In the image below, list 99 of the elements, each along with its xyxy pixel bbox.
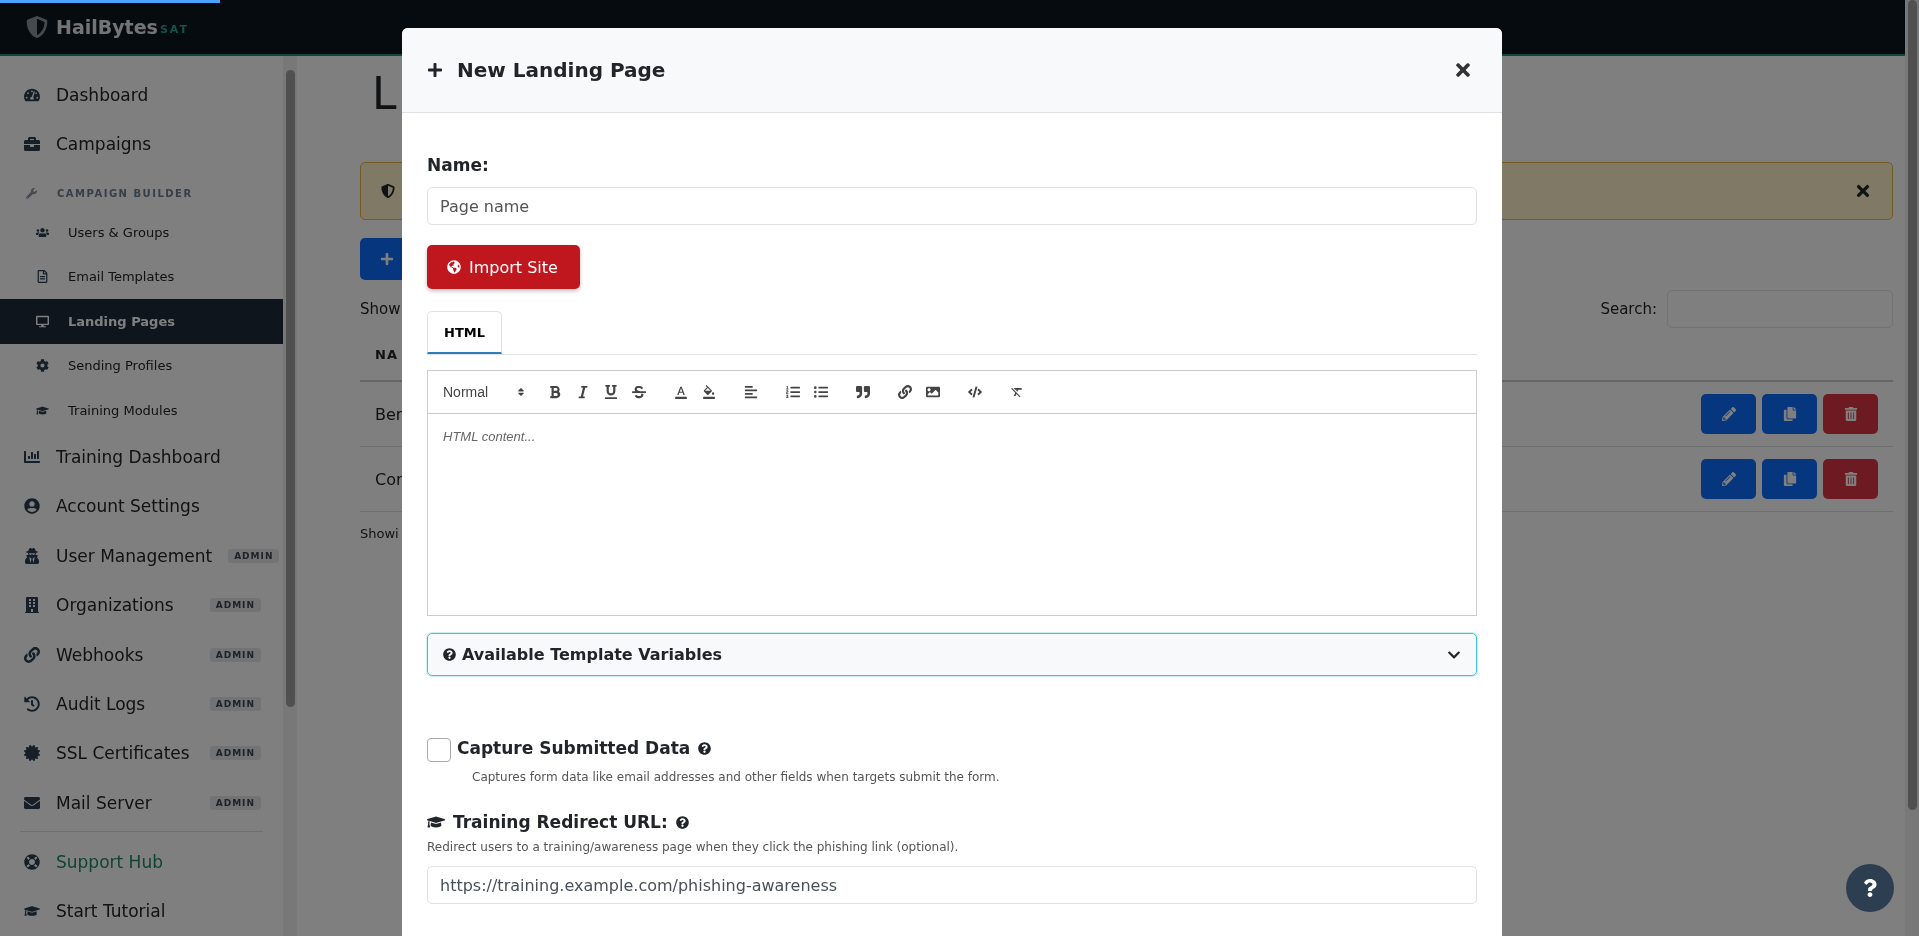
table-info: Showi [360,526,399,541]
help-button[interactable] [1846,864,1894,912]
sidebar-item[interactable]: Audit Logs ADMIN [0,679,283,729]
admin-badge: ADMIN [209,598,261,613]
strikethrough-icon[interactable] [632,385,647,399]
sidebar-item[interactable]: Landing Pages [0,299,283,344]
sidebar-item[interactable]: Campaigns [0,119,283,169]
pencil-icon [1721,407,1736,421]
search-label: Search: [1600,300,1657,318]
help-icon [443,648,456,661]
page-title: L [372,67,397,121]
admin-badge: ADMIN [209,696,261,711]
wrench-icon [26,188,37,199]
link-icon[interactable] [898,385,913,399]
sidebar-item[interactable]: Mail Server ADMIN [0,777,283,828]
import-site-button[interactable]: Import Site [427,245,580,289]
highlight-icon[interactable] [702,385,717,399]
delete-button[interactable] [1823,459,1878,499]
admin-badge: ADMIN [209,647,261,662]
modal-title: New Landing Page [457,58,666,82]
trash-icon [1843,472,1858,486]
sidebar-item[interactable]: Users & Groups [0,210,283,255]
copy-icon [1782,407,1797,421]
brand-name: HailBytes [56,16,158,38]
copy-button[interactable] [1762,459,1817,499]
table-cell: Ber [375,404,403,424]
image-icon[interactable] [926,385,941,399]
checkbox-label: Capture Submitted Data [457,738,712,758]
text-color-icon[interactable] [674,385,689,399]
copy-icon [1782,472,1797,486]
format-select[interactable]: Normal [443,384,527,400]
align-icon[interactable] [744,385,759,399]
help-icon [675,815,689,829]
sidebar-item[interactable]: Organizations ADMIN [0,580,283,630]
scrollbar[interactable] [283,56,297,936]
plus-icon [380,252,394,266]
sidebar-item[interactable]: Training Dashboard [0,432,283,482]
section-label: CAMPAIGN BUILDER [57,188,193,199]
user-icon [24,547,40,564]
quote-icon[interactable] [856,385,871,399]
pencil-icon [1721,472,1736,486]
sidebar-item[interactable]: Support Hub [0,837,283,887]
field-label: Name: [427,155,490,175]
url-input[interactable]: https://training.example.com/phishing-awareness [427,866,1477,904]
lifebuoy-icon [24,853,40,870]
users-icon [36,226,49,239]
bold-icon[interactable] [548,385,563,399]
sidebar-item[interactable]: Training Modules [0,387,283,433]
copy-button[interactable] [1762,394,1817,434]
sidebar-item[interactable]: Account Settings [0,481,283,532]
name-input[interactable]: Page name [427,187,1477,225]
html-editor[interactable]: Normal HTML content... [427,370,1477,616]
envelope-icon [24,794,40,811]
sort-caret-icon [516,387,527,397]
close-icon [1453,60,1473,80]
field-label: Training Redirect URL: [453,812,668,832]
table-cell: Cor [375,469,403,489]
sidebar-item[interactable]: SSL Certificates ADMIN [0,728,283,778]
scrollbar[interactable] [1905,0,1919,936]
underline-icon[interactable] [604,385,619,399]
edit-button[interactable] [1701,459,1756,499]
trash-icon [1843,407,1858,421]
admin-badge: ADMIN [209,795,261,810]
help-text: Captures form data like email addresses and other fields when targets submit the form. [472,770,1001,784]
ordered-list-icon[interactable] [786,385,801,399]
close-icon[interactable] [1854,182,1872,200]
template-variables-accordion[interactable]: Available Template Variables [427,633,1477,676]
editor-placeholder: HTML content... [443,429,536,444]
seal-icon [24,745,40,762]
sidebar-item[interactable]: Webhooks ADMIN [0,629,283,680]
question-icon [1861,879,1879,897]
bullet-list-icon[interactable] [814,385,829,399]
help-icon [698,741,712,755]
clear-format-icon[interactable] [1010,385,1025,399]
brand-suffix: SAT [159,22,189,36]
admin-badge: ADMIN [209,746,261,761]
gauge-icon [24,86,40,103]
admin-badge: ADMIN [228,548,280,563]
globe-icon [447,260,461,274]
monitor-icon [36,314,49,328]
edit-button[interactable] [1701,394,1756,434]
plus-icon [427,62,443,78]
bar-chart-icon [24,449,40,466]
gear-icon [36,359,49,373]
briefcase-icon [24,136,40,153]
help-text: Redirect users to a training/awareness page when they click the phishing link (optional). [427,840,960,854]
shield-icon [381,184,395,198]
link-icon [24,646,40,663]
show-entries-label: Show [360,300,401,318]
sidebar-item[interactable]: Start Tutorial [0,886,283,936]
building-icon [24,597,40,614]
editor-tab[interactable]: HTML [427,311,502,354]
sidebar-item[interactable]: Dashboard [0,70,283,120]
code-icon[interactable] [968,385,983,399]
sidebar-item[interactable]: User Management ADMIN [0,531,283,581]
history-icon [24,695,40,712]
document-icon [36,270,49,284]
delete-button[interactable] [1823,394,1878,434]
checkbox[interactable] [427,738,451,762]
